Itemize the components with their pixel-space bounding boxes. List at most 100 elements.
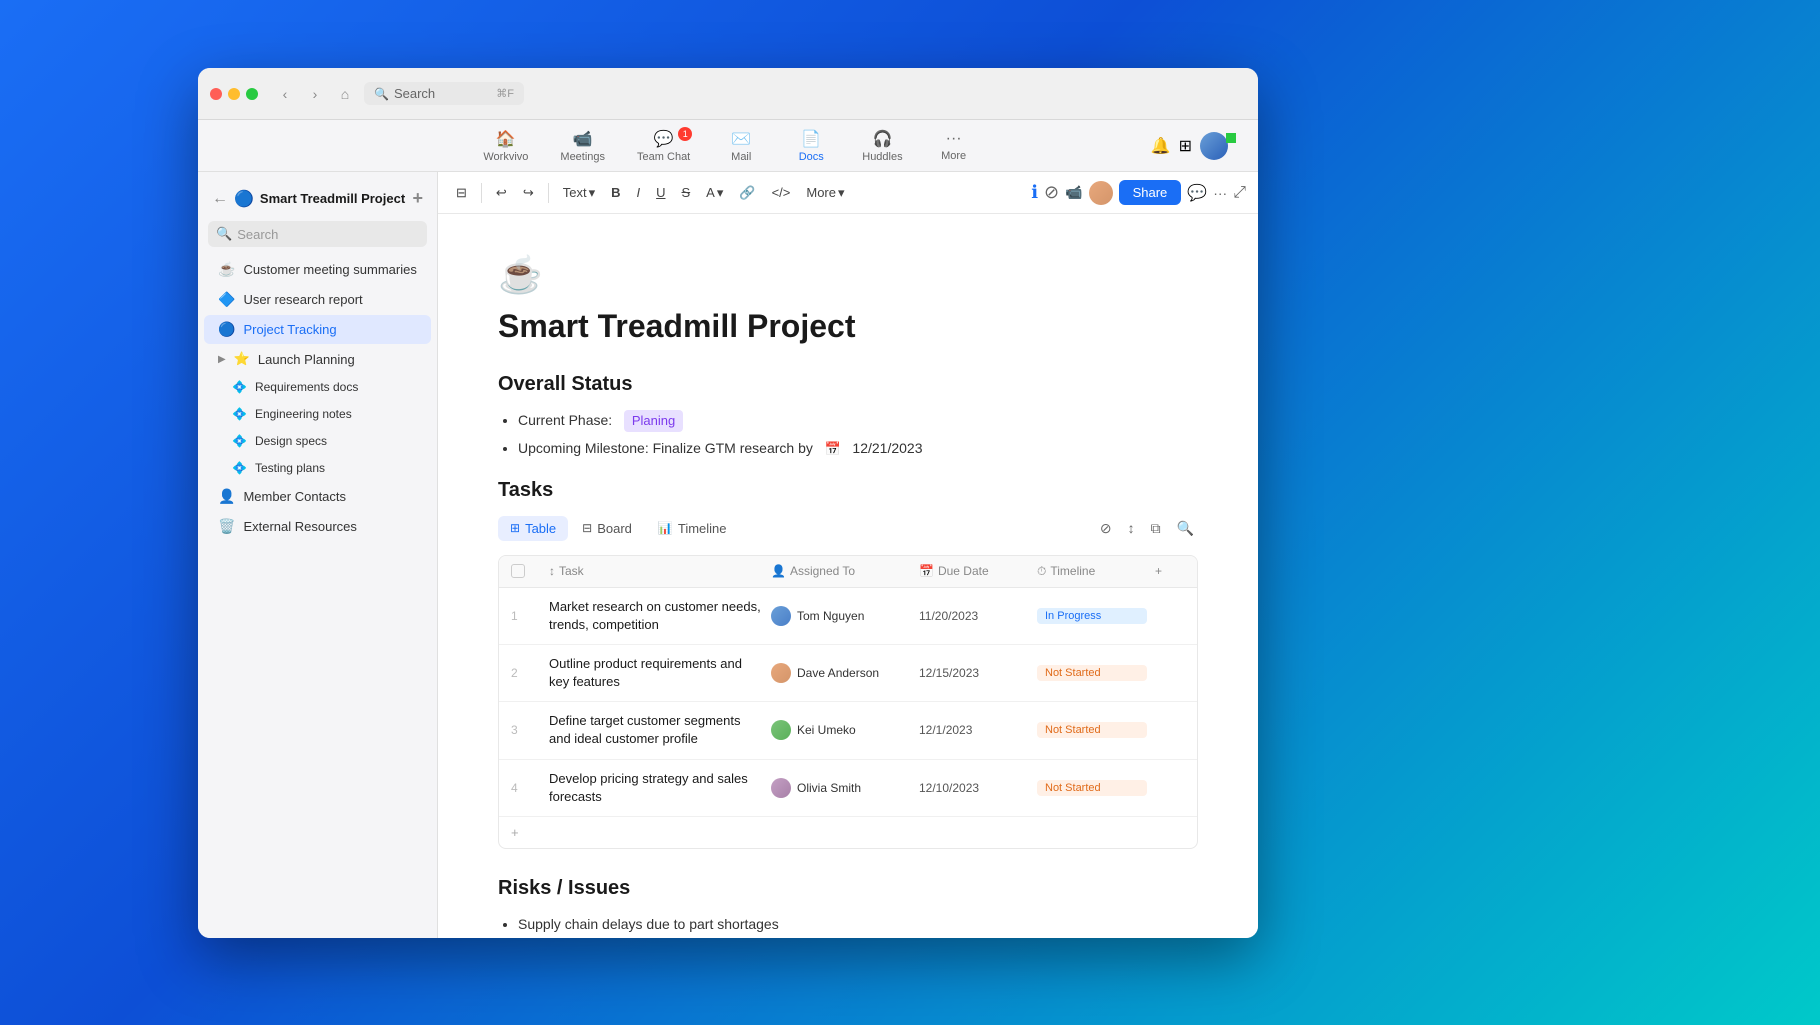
sidebar-item-label-member-contacts: Member Contacts <box>243 489 346 504</box>
tab-board[interactable]: ⊟ Board <box>570 516 644 541</box>
bold-button[interactable]: B <box>605 181 626 204</box>
customer-meeting-icon: ☕ <box>218 261 235 278</box>
top-nav-actions: 🔔 ⊞ <box>1151 132 1246 160</box>
testing-icon: 💠 <box>232 461 247 475</box>
meetings-icon: 📹 <box>573 129 593 149</box>
col-assigned-label: Assigned To <box>790 564 855 578</box>
sidebar-item-design-specs[interactable]: 💠 Design specs <box>204 428 431 454</box>
text-color-button[interactable]: A ▾ <box>700 181 729 205</box>
redo-button[interactable]: ↪ <box>517 181 540 205</box>
document-title[interactable]: Smart Treadmill Project <box>498 308 1198 345</box>
more-chevron: ▾ <box>838 185 845 201</box>
nav-item-workvivo[interactable]: 🏠 Workvivo <box>467 125 544 167</box>
maximize-button[interactable] <box>246 88 258 100</box>
engineering-icon: 💠 <box>232 407 247 421</box>
col-timeline-icon: ⏱ <box>1037 564 1046 579</box>
sidebar-item-customer-meeting[interactable]: ☕ Customer meeting summaries <box>204 255 431 284</box>
task-table-header: ↕ Task 👤 Assigned To 📅 <box>499 556 1197 588</box>
toolbar-right-actions: ℹ ⊘ 📹 Share 💬 ··· ⤢ <box>1031 180 1246 205</box>
assignee-cell-1: Tom Nguyen <box>771 606 911 626</box>
video-button[interactable]: 📹 <box>1065 184 1082 201</box>
undo-button[interactable]: ↩ <box>490 181 513 205</box>
nav-item-docs[interactable]: 📄 Docs <box>776 125 846 167</box>
add-task-row[interactable]: + <box>499 817 1197 848</box>
col-timeline: ⏱ Timeline <box>1037 564 1147 579</box>
sidebar-item-external-resources[interactable]: 🗑️ External Resources <box>204 512 431 541</box>
layout-button[interactable]: ⊞ <box>1179 136 1192 156</box>
sidebar-item-launch-planning[interactable]: ▶ ⭐ Launch Planning <box>204 345 431 373</box>
sidebar-toggle-button[interactable]: ⊟ <box>450 181 473 205</box>
italic-button[interactable]: I <box>630 181 646 204</box>
col-task-label: Task <box>559 564 584 578</box>
sidebar-add-button[interactable]: + <box>412 188 423 209</box>
sidebar-search-bar[interactable]: 🔍 Search <box>208 221 427 247</box>
minimize-button[interactable] <box>228 88 240 100</box>
user-avatar[interactable] <box>1200 132 1228 160</box>
info-button[interactable]: ℹ <box>1031 182 1038 203</box>
notifications-button[interactable]: 🔔 <box>1151 136 1171 156</box>
task-name-2[interactable]: Outline product requirements and key fea… <box>549 655 763 691</box>
table-icon: ⊞ <box>510 521 520 535</box>
traffic-lights <box>210 88 258 100</box>
more-button[interactable]: More ▾ <box>800 181 850 205</box>
sidebar-item-member-contacts[interactable]: 👤 Member Contacts <box>204 482 431 511</box>
close-button[interactable] <box>210 88 222 100</box>
sidebar-back-button[interactable]: ← <box>212 190 228 208</box>
nav-item-teamchat[interactable]: 💬 1 Team Chat <box>621 125 706 167</box>
forward-button[interactable]: › <box>304 83 326 105</box>
due-date-1: 11/20/2023 <box>919 609 1029 623</box>
nav-item-huddles[interactable]: 🎧 Huddles <box>846 125 918 167</box>
task-table: ↕ Task 👤 Assigned To 📅 <box>498 555 1198 850</box>
user-research-icon: 🔷 <box>218 291 235 308</box>
status-badge-1: In Progress <box>1037 608 1147 624</box>
copy-tasks-button[interactable]: ⧉ <box>1147 516 1165 541</box>
tab-timeline[interactable]: 📊 Timeline <box>646 516 739 541</box>
back-button[interactable]: ‹ <box>274 83 296 105</box>
text-style-button[interactable]: Text ▾ <box>557 181 601 205</box>
sort-tasks-button[interactable]: ↕ <box>1124 516 1139 541</box>
search-tasks-button[interactable]: 🔍 <box>1173 516 1198 541</box>
tasks-section: Tasks ⊞ Table ⊟ Board <box>498 479 1198 850</box>
tab-board-label: Board <box>597 521 632 536</box>
sidebar: ← 🔵 Smart Treadmill Project + 🔍 Search ☕… <box>198 172 438 938</box>
risks-title: Risks / Issues <box>498 877 1198 900</box>
sidebar-item-user-research[interactable]: 🔷 User research report <box>204 285 431 314</box>
sidebar-item-testing[interactable]: 💠 Testing plans <box>204 455 431 481</box>
task-name-3[interactable]: Define target customer segments and idea… <box>549 712 763 748</box>
nav-item-meetings[interactable]: 📹 Meetings <box>544 125 621 167</box>
global-search-bar[interactable]: 🔍 Search ⌘F <box>364 82 524 105</box>
document-content-area: ☕ Smart Treadmill Project Overall Status… <box>438 214 1258 938</box>
task-name-1[interactable]: Market research on customer needs, trend… <box>549 598 763 634</box>
sidebar-search-icon: 🔍 <box>216 226 232 242</box>
table-row: 3 Define target customer segments and id… <box>499 702 1197 759</box>
sidebar-item-project-tracking[interactable]: 🔵 Project Tracking <box>204 315 431 344</box>
tab-table[interactable]: ⊞ Table <box>498 516 568 541</box>
home-button[interactable]: ⌂ <box>334 83 356 105</box>
col-add[interactable]: + <box>1155 564 1185 579</box>
header-checkbox[interactable] <box>511 564 525 578</box>
assignee-avatar-1 <box>771 606 791 626</box>
board-icon: ⊟ <box>582 521 592 535</box>
assignee-name-4: Olivia Smith <box>797 781 861 795</box>
sidebar-item-engineering[interactable]: 💠 Engineering notes <box>204 401 431 427</box>
nav-label-workvivo: Workvivo <box>483 151 528 163</box>
strikethrough-button[interactable]: S <box>676 181 697 204</box>
workvivo-icon: 🏠 <box>496 129 516 149</box>
underline-button[interactable]: U <box>650 181 671 204</box>
nav-item-more[interactable]: ··· More <box>919 126 989 166</box>
filter-tasks-button[interactable]: ⊘ <box>1096 516 1116 541</box>
options-button[interactable]: ··· <box>1213 185 1227 201</box>
task-num-4: 4 <box>511 781 541 795</box>
overall-status-title: Overall Status <box>498 373 1198 396</box>
task-name-4[interactable]: Develop pricing strategy and sales forec… <box>549 770 763 806</box>
fullscreen-button[interactable]: ⤢ <box>1233 184 1246 202</box>
sidebar-item-label-design-specs: Design specs <box>255 434 327 448</box>
link-button[interactable]: 🔗 <box>733 181 761 205</box>
share-button[interactable]: Share <box>1119 180 1182 205</box>
project-icon: 🔵 <box>234 189 254 209</box>
filter-button[interactable]: ⊘ <box>1044 182 1059 203</box>
nav-item-mail[interactable]: ✉️ Mail <box>706 125 776 167</box>
code-button[interactable]: </> <box>766 181 797 204</box>
comment-button[interactable]: 💬 <box>1187 183 1207 203</box>
sidebar-item-requirements[interactable]: 💠 Requirements docs <box>204 374 431 400</box>
